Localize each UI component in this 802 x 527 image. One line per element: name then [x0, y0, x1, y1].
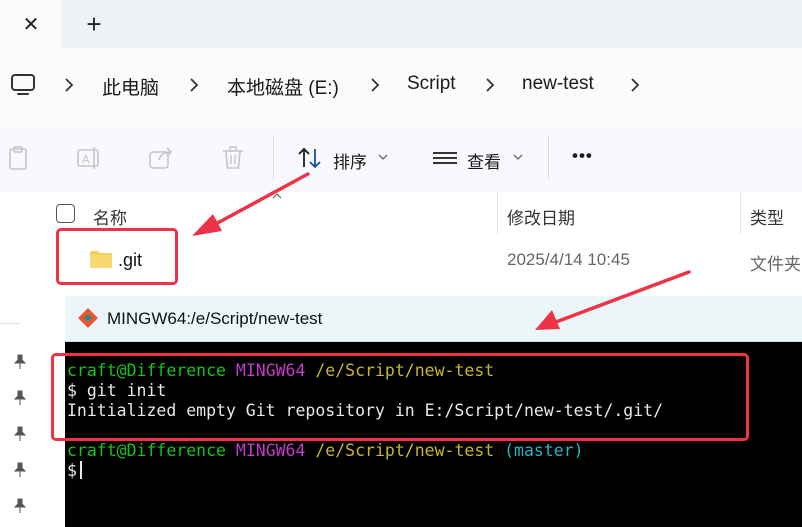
arrow-to-git-folder — [192, 172, 310, 236]
annotation-arrows — [192, 172, 691, 330]
arrow-to-terminal — [535, 270, 691, 330]
